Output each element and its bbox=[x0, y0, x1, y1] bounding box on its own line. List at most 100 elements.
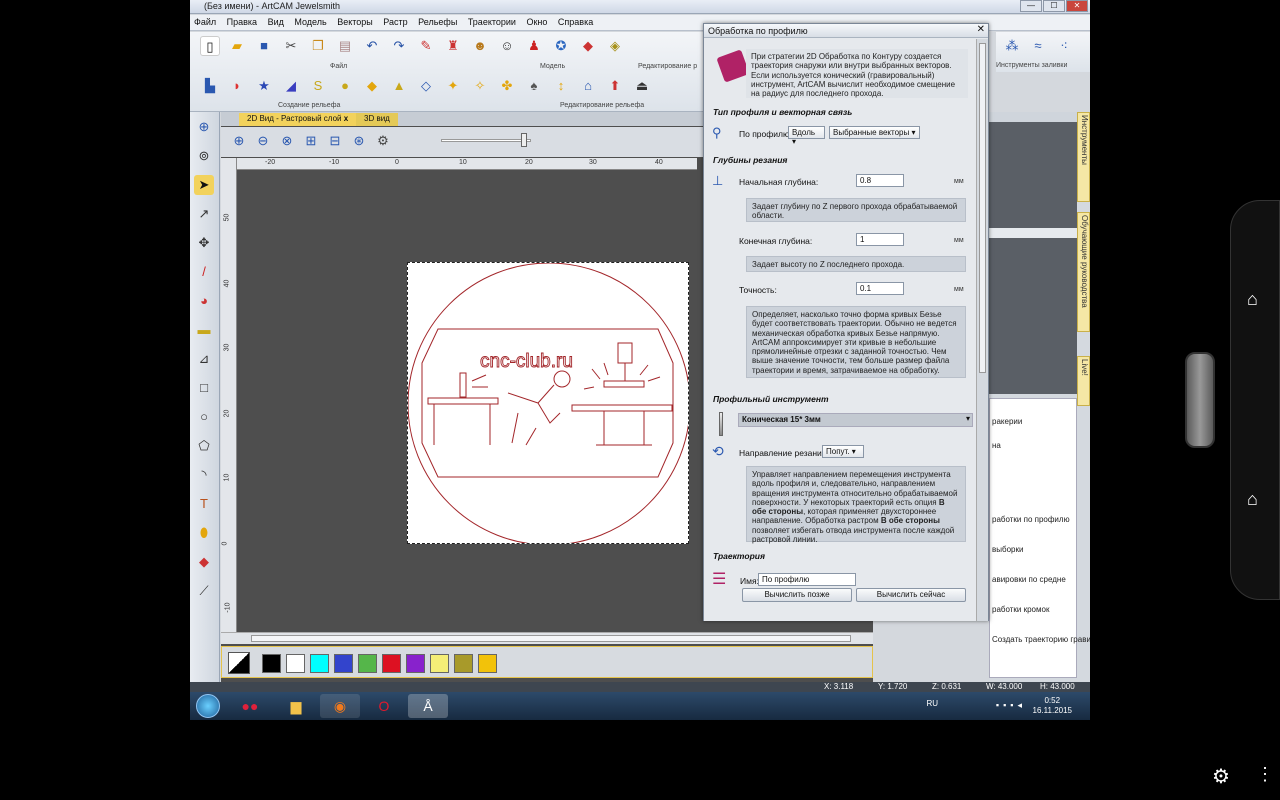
color-swatch-red[interactable] bbox=[382, 654, 401, 673]
select-arrow-icon[interactable]: ➤ bbox=[194, 175, 214, 195]
settings-gear-icon[interactable]: ⚙ bbox=[1212, 764, 1230, 789]
profile-mode-select[interactable]: Вдоль ▾ bbox=[788, 126, 825, 146]
eraser-icon[interactable]: ◆ bbox=[194, 552, 214, 572]
fill-tool-1-icon[interactable]: ⁂ bbox=[1002, 36, 1022, 56]
relief-tool-icon[interactable]: ◈ bbox=[605, 36, 625, 56]
dock-tab-tutorials[interactable]: Обучающие руководства bbox=[1077, 212, 1090, 332]
menu-view[interactable]: Вид bbox=[264, 15, 288, 29]
dialog-close-button[interactable]: ✕ bbox=[977, 24, 985, 35]
relief-wave-icon[interactable]: ◢ bbox=[281, 76, 301, 96]
dock-selected-row[interactable] bbox=[989, 228, 1077, 238]
paste-icon[interactable]: ▤ bbox=[335, 36, 355, 56]
menu-file[interactable]: Файл bbox=[190, 15, 220, 29]
tab-2d-close[interactable]: x bbox=[344, 114, 348, 123]
relief-diamond-icon[interactable]: ◇ bbox=[416, 76, 436, 96]
toolpath-name-input[interactable]: По профилю bbox=[758, 573, 856, 586]
vector-select-icon[interactable]: ⊿ bbox=[194, 349, 214, 369]
dock-tab-tools[interactable]: Инструменты bbox=[1077, 112, 1090, 202]
relief-star-icon[interactable]: ★ bbox=[254, 76, 274, 96]
color-swatch-light-yellow[interactable] bbox=[430, 654, 449, 673]
zoom-slider-thumb[interactable] bbox=[521, 133, 527, 147]
open-folder-icon[interactable]: ▰ bbox=[227, 36, 247, 56]
start-depth-input[interactable]: 0.8 bbox=[856, 174, 904, 187]
list-item[interactable]: Создать траекторию гравировки bbox=[992, 635, 1090, 644]
fg-bg-color-icon[interactable] bbox=[228, 652, 250, 674]
color-swatch-white[interactable] bbox=[286, 654, 305, 673]
redo-icon[interactable]: ↷ bbox=[389, 36, 409, 56]
color-swatch-cyan[interactable] bbox=[310, 654, 329, 673]
menu-vectors[interactable]: Векторы bbox=[333, 15, 377, 29]
fill-tool-3-icon[interactable]: ⁖ bbox=[1054, 36, 1074, 56]
list-item[interactable]: работки по профилю bbox=[992, 515, 1070, 524]
transform-icon[interactable]: ✥ bbox=[194, 233, 214, 253]
settings-icon[interactable]: ⚙ bbox=[373, 131, 393, 151]
tolerance-input[interactable]: 0.1 bbox=[856, 282, 904, 295]
start-button[interactable] bbox=[196, 694, 220, 718]
color-swatch-gold[interactable] bbox=[478, 654, 497, 673]
fill-tool-2-icon[interactable]: ≈ bbox=[1028, 36, 1048, 56]
rectangle-icon[interactable]: □ bbox=[194, 378, 214, 398]
zoom-pan-icon[interactable]: ⊗ bbox=[277, 131, 297, 151]
model-face-icon[interactable]: ☺ bbox=[497, 36, 517, 56]
mouse-left-icon[interactable]: ⌂ bbox=[1247, 289, 1258, 310]
dialog-scroll-thumb[interactable] bbox=[979, 43, 986, 373]
zoom-previous-icon[interactable]: ⊟ bbox=[325, 131, 345, 151]
taskbar-opera-icon[interactable]: O bbox=[364, 694, 404, 718]
taskbar-clock[interactable]: 0:52 16.11.2015 bbox=[1033, 696, 1072, 716]
taskbar-firefox-icon[interactable]: ◉ bbox=[320, 694, 360, 718]
list-item[interactable]: на bbox=[992, 441, 1001, 450]
zoom-window-icon[interactable]: ⊕ bbox=[194, 117, 214, 137]
save-icon[interactable]: ■ bbox=[254, 36, 274, 56]
relief-stack-icon[interactable]: ▲ bbox=[389, 76, 409, 96]
copy-icon[interactable]: ❐ bbox=[308, 36, 328, 56]
zoom-all-icon[interactable]: ⊛ bbox=[349, 131, 369, 151]
close-button[interactable]: ✕ bbox=[1066, 0, 1088, 12]
model-globe-icon[interactable]: ✪ bbox=[551, 36, 571, 56]
list-item[interactable]: работки кромок bbox=[992, 605, 1049, 614]
model-santa-icon[interactable]: ♟ bbox=[524, 36, 544, 56]
taskbar-artcam-icon[interactable]: Å bbox=[408, 694, 448, 718]
relief-push-icon[interactable]: ⬆ bbox=[605, 76, 625, 96]
relief-blend-icon[interactable]: ✤ bbox=[497, 76, 517, 96]
color-swatch-purple[interactable] bbox=[406, 654, 425, 673]
tab-3d-view[interactable]: 3D вид bbox=[356, 113, 398, 126]
model-gift-icon[interactable]: ♜ bbox=[443, 36, 463, 56]
create-relief-icon[interactable]: ▙ bbox=[200, 76, 220, 96]
list-item[interactable]: выборки bbox=[992, 545, 1023, 554]
horizontal-scrollbar[interactable] bbox=[221, 632, 873, 644]
calculate-now-button[interactable]: Вычислить сейчас bbox=[856, 588, 966, 602]
menu-model[interactable]: Модель bbox=[290, 15, 330, 29]
relief-column-icon[interactable]: ⏏ bbox=[632, 76, 652, 96]
taskbar-app-icon[interactable]: ●● bbox=[230, 694, 270, 718]
dock-tab-live[interactable]: Live! bbox=[1077, 356, 1090, 406]
drop-icon[interactable]: ⬮ bbox=[194, 523, 214, 543]
arc-icon[interactable]: ◝ bbox=[194, 465, 214, 485]
relief-spiral-icon[interactable]: S bbox=[308, 76, 328, 96]
color-swatch-black[interactable] bbox=[262, 654, 281, 673]
zoom-in-icon[interactable]: ⊕ bbox=[229, 131, 249, 151]
zoom-fit-icon[interactable]: ⊞ bbox=[301, 131, 321, 151]
model-bear-icon[interactable]: ☻ bbox=[470, 36, 490, 56]
scroll-thumb[interactable] bbox=[251, 635, 851, 642]
relief-ball-icon[interactable]: ● bbox=[335, 76, 355, 96]
menu-toolpaths[interactable]: Траектории bbox=[464, 15, 520, 29]
globe-icon[interactable]: ⊚ bbox=[194, 146, 214, 166]
direction-select[interactable]: Попут. ▾ bbox=[822, 445, 864, 458]
relief-smooth-icon[interactable]: ✧ bbox=[470, 76, 490, 96]
color-swatch-olive[interactable] bbox=[454, 654, 473, 673]
dialog-scrollbar[interactable] bbox=[976, 39, 988, 621]
tool-name-row[interactable]: Коническая 15* 3мм ▾ bbox=[738, 413, 973, 427]
relief-erase-icon[interactable]: ♠ bbox=[524, 76, 544, 96]
list-item[interactable]: ракерии bbox=[992, 417, 1022, 426]
menu-bitmap[interactable]: Растр bbox=[379, 15, 411, 29]
taskbar-folder-icon[interactable]: ▆ bbox=[276, 694, 316, 718]
minimize-button[interactable]: — bbox=[1020, 0, 1042, 12]
relief-shape-icon[interactable]: ◗ bbox=[227, 76, 247, 96]
system-tray-icons[interactable]: ▪▪▪◂ bbox=[996, 700, 1026, 711]
node-edit-icon[interactable]: ↗ bbox=[194, 204, 214, 224]
more-icon[interactable]: ⋮ bbox=[1256, 764, 1274, 785]
calculate-later-button[interactable]: Вычислить позже bbox=[742, 588, 852, 602]
menu-edit[interactable]: Правка bbox=[223, 15, 261, 29]
zoom-slider[interactable] bbox=[441, 139, 531, 142]
polygon-icon[interactable]: ⬠ bbox=[194, 436, 214, 456]
